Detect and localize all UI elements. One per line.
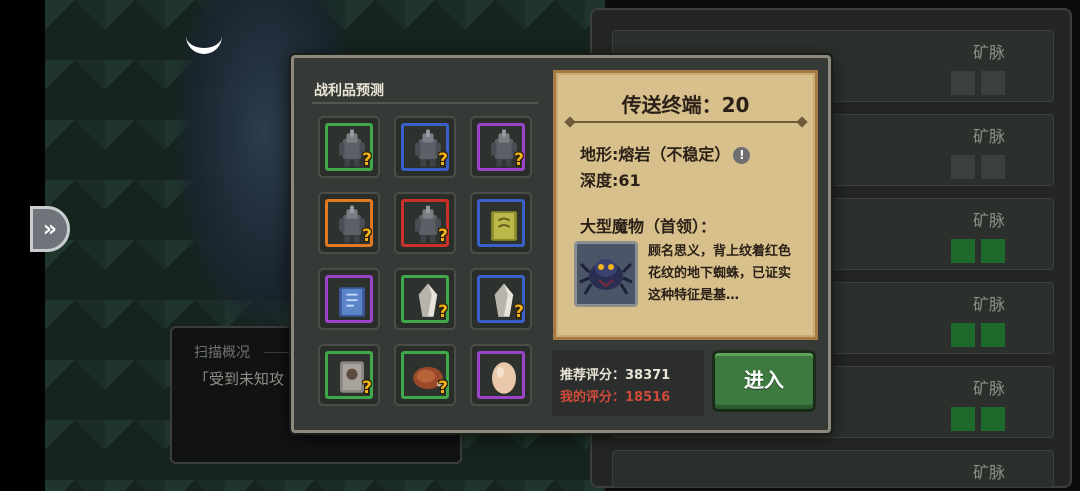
unknown-question-mark: ? (514, 150, 524, 170)
loot-slot[interactable]: ? (394, 344, 456, 406)
unknown-question-mark: ? (438, 226, 448, 246)
title-divider (570, 121, 802, 123)
unknown-question-mark: ? (362, 226, 372, 246)
spellbook-icon (491, 211, 517, 241)
enter-button[interactable]: 进入 (712, 350, 816, 412)
boss-heading: 大型魔物（首领）： (580, 217, 717, 236)
scan-overview-title: 扫描概况 (194, 345, 250, 361)
vein-slot-filled (981, 239, 1005, 263)
double-chevron-right-icon: » (42, 216, 58, 242)
depth-info: 深度:61 (580, 171, 641, 190)
loot-slot[interactable]: ? (470, 268, 532, 330)
egg-icon (492, 362, 516, 394)
loot-slot[interactable]: ? (394, 268, 456, 330)
info-alert-icon[interactable]: ! (733, 147, 751, 164)
vein-label: 矿脉 (972, 43, 1005, 62)
vein-row[interactable]: 矿脉 (612, 450, 1054, 488)
loot-title-divider (312, 102, 538, 104)
loot-slot[interactable] (470, 192, 532, 254)
loot-rarity-frame (477, 199, 525, 247)
vein-label: 矿脉 (972, 463, 1005, 482)
recommended-rating: 推荐评分：38371 (560, 368, 671, 383)
loot-rarity-frame (477, 351, 525, 399)
terrain-info: 地形:熔岩（不稳定）! (580, 141, 751, 165)
unknown-question-mark: ? (438, 150, 448, 170)
terrain-text: 地形:熔岩（不稳定） (580, 145, 731, 164)
loot-rarity-frame (325, 275, 373, 323)
rating-box: 推荐评分：38371 我的评分：18516 (552, 350, 704, 416)
loot-prediction-title: 战利品预测 (314, 83, 384, 99)
my-rating: 我的评分：18516 (560, 390, 671, 405)
scan-overview-text: 「受到未知攻 (194, 370, 285, 388)
vein-slot-filled (951, 407, 975, 431)
vein-slot-filled (951, 239, 975, 263)
loot-slot[interactable]: ? (394, 116, 456, 178)
vein-slot-filled (981, 323, 1005, 347)
unknown-question-mark: ? (514, 302, 524, 322)
dungeon-preview-dialog: 战利品预测 ????????? 传送终端：20 地形:熔岩（不稳定）! 深度:6… (291, 55, 831, 433)
unknown-question-mark: ? (438, 302, 448, 322)
vein-slot-empty (951, 155, 975, 179)
vein-slot-empty (981, 155, 1005, 179)
spider-icon (579, 259, 633, 295)
loot-slot[interactable]: ? (318, 344, 380, 406)
boss-spider-portrait[interactable] (574, 241, 638, 307)
loot-slot[interactable]: ? (318, 116, 380, 178)
rune-tome-icon (339, 287, 365, 317)
terminal-info-card: 传送终端：20 地形:熔岩（不稳定）! 深度:61 大型魔物（首领）： 顾名思义… (553, 70, 818, 340)
vein-label: 矿脉 (972, 379, 1005, 398)
unknown-question-mark: ? (362, 378, 372, 398)
loot-slot[interactable] (470, 344, 532, 406)
vein-slot-filled (951, 323, 975, 347)
terminal-title: 传送终端：20 (621, 93, 750, 117)
vein-slot-empty (981, 71, 1005, 95)
vein-label: 矿脉 (972, 211, 1005, 230)
vein-slot-filled (981, 407, 1005, 431)
boss-description: 顾名思义，背上纹着红色花纹的地下蜘蛛，已证实这种特征是基… (648, 244, 792, 303)
vein-label: 矿脉 (972, 295, 1005, 314)
loot-slot[interactable]: ? (470, 116, 532, 178)
vein-label: 矿脉 (972, 127, 1005, 146)
unknown-question-mark: ? (438, 378, 448, 398)
loot-slot[interactable]: ? (394, 192, 456, 254)
loot-slot[interactable] (318, 268, 380, 330)
loot-slot[interactable]: ? (318, 192, 380, 254)
vein-slot-empty (951, 71, 975, 95)
unknown-question-mark: ? (362, 150, 372, 170)
